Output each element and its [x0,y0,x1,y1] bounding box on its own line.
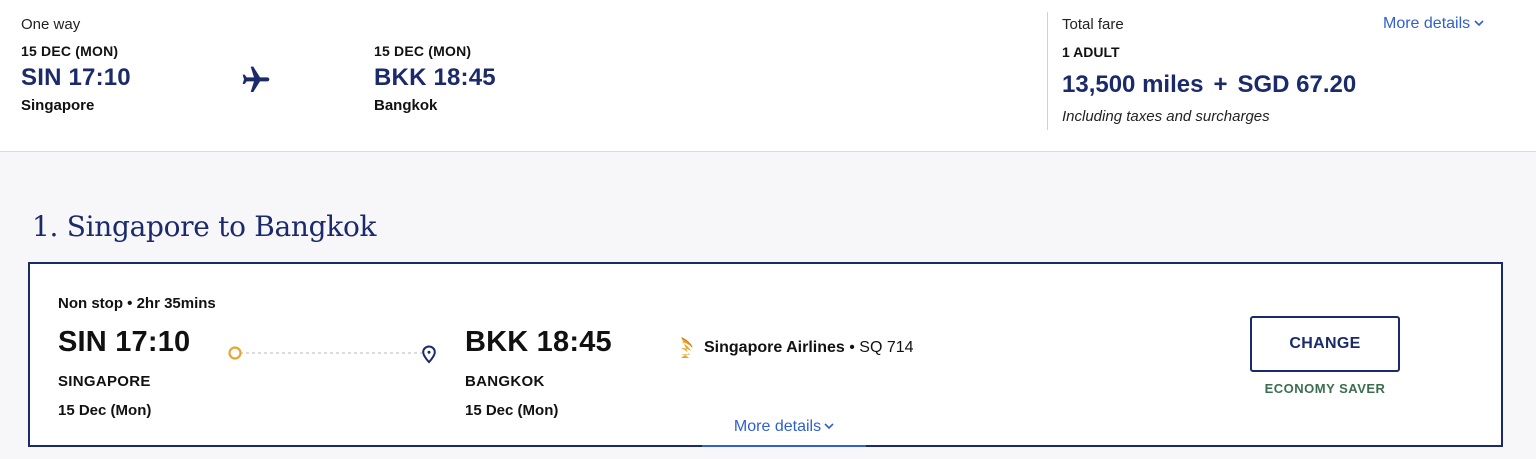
card-arrival-date: 15 Dec (Mon) [465,402,559,419]
fare-plus: + [1213,71,1228,98]
card-arrival-code-time: BKK 18:45 [465,326,612,358]
route-line [228,345,436,364]
card-departure-code-time: SIN 17:10 [58,326,191,358]
cabin-class-label: ECONOMY SAVER [1264,381,1386,396]
summary-more-details-label: More details [1383,15,1471,32]
location-pin-icon [422,345,436,364]
flight-more-details-link[interactable]: More details [702,418,866,447]
arrival-date: 15 DEC (MON) [374,43,472,59]
departure-code-time: SIN 17:10 [21,64,131,91]
chevron-down-icon [824,423,834,430]
flight-card: Non stop • 2hr 35mins SIN 17:10 SINGAPOR… [28,262,1503,447]
fare-cash: SGD 67.20 [1237,71,1357,98]
summary-divider [1047,12,1048,130]
total-fare-label: Total fare [1062,16,1124,33]
flight-duration: Non stop • 2hr 35mins [58,295,216,312]
chevron-down-icon [1474,20,1484,27]
airline-info: Singapore Airlines • SQ 714 [678,336,914,360]
arrival-code-time: BKK 18:45 [374,64,496,91]
departure-city: Singapore [21,97,95,114]
flight-more-details-label: More details [733,418,822,435]
airplane-icon [242,66,270,92]
arrival-city: Bangkok [374,97,438,114]
summary-departure: 15 DEC (MON) SIN 17:10 Singapore [21,43,131,114]
fare-miles: 13,500 miles [1062,71,1204,98]
airline-name: Singapore Airlines [704,339,845,357]
summary-more-details-link[interactable]: More details [1383,15,1484,33]
change-flight-button[interactable]: CHANGE [1250,316,1400,372]
fare-note: Including taxes and surcharges [1062,108,1270,125]
card-arrival-city: BANGKOK [465,373,545,390]
flight-number: • SQ 714 [844,339,914,357]
passenger-count: 1 ADULT [1062,44,1120,60]
segment-title: 1. Singapore to Bangkok [32,210,377,243]
total-fare-amount: 13,500 miles + SGD 67.20 [1062,71,1356,99]
card-arrival: BKK 18:45 BANGKOK 15 Dec (Mon) [465,326,612,419]
card-departure: SIN 17:10 SINGAPORE 15 Dec (Mon) [58,326,190,419]
departure-date: 15 DEC (MON) [21,43,119,59]
origin-circle-icon [228,346,242,360]
trip-type-label: One way [21,16,81,33]
card-departure-city: SINGAPORE [58,373,151,390]
summary-arrival: 15 DEC (MON) BKK 18:45 Bangkok [374,43,496,114]
card-departure-date: 15 Dec (Mon) [58,402,152,419]
fare-summary-header: One way 15 DEC (MON) SIN 17:10 Singapore… [0,0,1536,152]
singapore-airlines-logo [681,337,693,358]
